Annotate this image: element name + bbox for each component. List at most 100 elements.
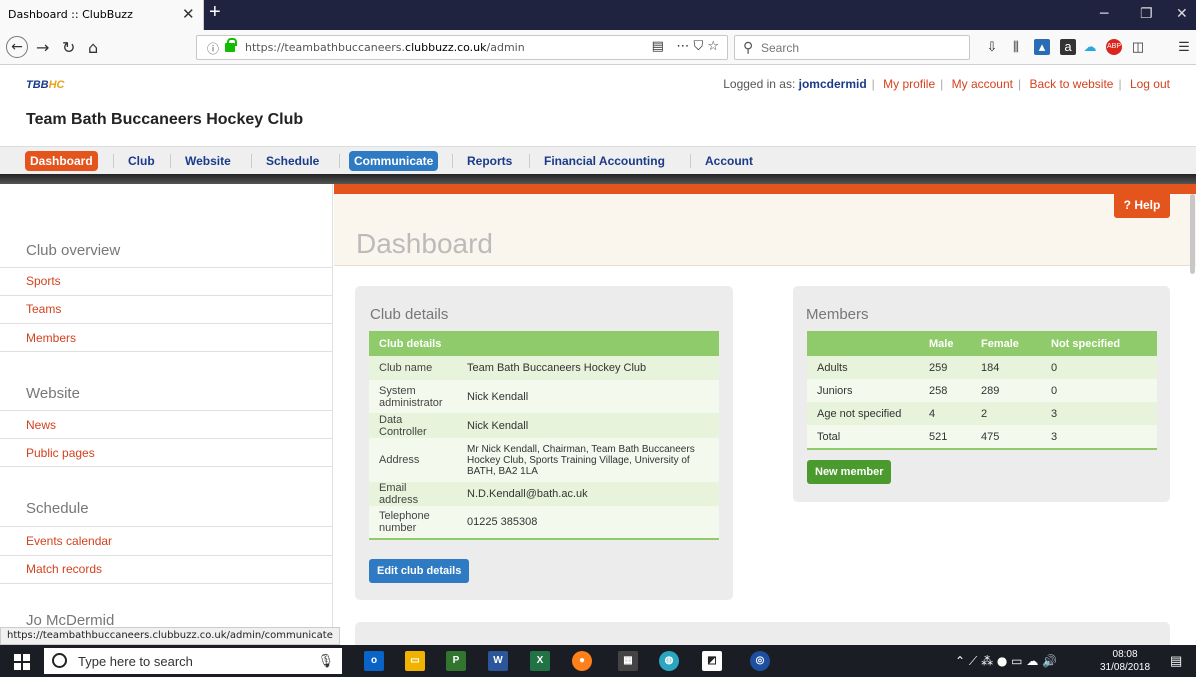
browser-tab-strip: Dashboard :: ClubBuzz ✕ + ─ ❐ ✕ [0,0,1196,30]
browser-tab[interactable]: Dashboard :: ClubBuzz ✕ [0,0,204,30]
app-note-icon[interactable]: ◩ [702,651,722,671]
home-icon[interactable]: ⌂ [88,38,98,57]
app-circle-icon[interactable]: ◎ [750,651,770,671]
info-icon[interactable]: ⓘ [207,40,219,57]
excel-icon[interactable]: X [530,651,550,671]
sidebar-item-teams[interactable]: Teams [26,302,61,316]
system-tray-icons[interactable]: ⌃ ⟋ ⁂ ● ▭ ☁ 🔊 [955,654,1057,669]
adblock-icon[interactable]: ABP [1106,39,1122,55]
menu-account[interactable]: Account [700,151,758,171]
logged-in-label: Logged in as: [723,77,796,91]
url-text: https://teambathbuccaneers.clubbuzz.co.u… [245,41,525,54]
user-links: Logged in as: jomcdermid | My profile | My… [723,77,1170,91]
project-icon[interactable]: P [446,651,466,671]
back-icon[interactable]: ← [6,36,28,58]
search-icon: ⚲ [743,39,754,55]
scrollbar-thumb[interactable] [1190,194,1195,274]
username[interactable]: jomcdermid [799,77,867,91]
table-row: Data Controller Nick Kendall [369,413,719,438]
windows-start-icon[interactable] [14,654,30,670]
menu-club[interactable]: Club [123,151,160,171]
sidebar-item-news[interactable]: News [26,418,56,432]
extension-badge-icon[interactable]: a [1060,39,1076,55]
reload-icon[interactable]: ↻ [62,38,75,57]
new-tab-icon[interactable]: + [209,1,221,24]
table-row: Adults 259 184 0 [807,356,1157,379]
file-explorer-icon[interactable]: ▭ [405,651,425,671]
sidebar-toggle-icon[interactable]: ◫ [1130,39,1146,55]
word-icon[interactable]: W [488,651,508,671]
library-icon[interactable]: ⫼ [1008,39,1024,55]
menu-divider-bar [0,174,1196,184]
club-logo[interactable]: TBBHC [26,79,65,91]
windows-taskbar: Type here to search 🎙 o ▭ P W X ● ▦ ◍ ◩ … [0,645,1196,677]
menu-communicate[interactable]: Communicate [349,151,439,171]
minimize-icon[interactable]: ─ [1100,6,1108,22]
sidebar-heading-club-overview: Club overview [26,242,121,259]
downloads-icon[interactable]: ⇩ [984,39,1000,55]
club-details-table: Club details Club name Team Bath Buccanee… [369,331,719,540]
menu-dashboard[interactable]: Dashboard [25,151,98,171]
my-profile-link[interactable]: My profile [883,77,935,91]
log-out-link[interactable]: Log out [1130,77,1170,91]
table-row: Email address N.D.Kendall@bath.ac.uk [369,482,719,506]
page-actions-icons[interactable]: ▤ ⋯ ⛉ ☆ [652,39,719,54]
club-details-table-header: Club details [379,337,442,350]
club-details-title: Club details [370,306,449,323]
menu-icon[interactable]: ☰ [1176,39,1192,55]
members-title: Members [806,306,869,323]
menu-schedule[interactable]: Schedule [261,151,324,171]
help-button[interactable]: ? Help [1114,193,1170,218]
sidebar-item-public-pages[interactable]: Public pages [26,446,95,460]
content-top-bar [334,184,1196,194]
my-account-link[interactable]: My account [952,77,1013,91]
browser-search-box[interactable]: ⚲ Search [734,35,970,60]
table-row: Address Mr Nick Kendall, Chairman, Team B… [369,438,719,482]
taskbar-search[interactable]: Type here to search 🎙 [44,648,342,674]
firefox-icon[interactable]: ● [572,651,592,671]
sidebar-heading-schedule: Schedule [26,500,89,517]
cortana-icon [52,653,67,668]
taskbar-search-placeholder: Type here to search [78,654,193,669]
outlook-icon[interactable]: o [364,651,384,671]
forward-icon[interactable]: → [36,38,49,57]
menu-financial-accounting[interactable]: Financial Accounting [539,151,670,171]
sidebar-item-sports[interactable]: Sports [26,274,61,288]
status-url: https://teambathbuccaneers.clubbuzz.co.u… [0,627,340,645]
table-row: Total 521 475 3 [807,425,1157,449]
browser-nav-bar: ← → ↻ ⌂ ⓘ https://teambathbuccaneers.clu… [0,30,1196,65]
restore-icon[interactable]: ❐ [1140,6,1153,22]
tab-title: Dashboard :: ClubBuzz [8,8,133,21]
club-name-heading: Team Bath Buccaneers Hockey Club [26,111,304,128]
lower-panel [355,622,1170,645]
members-table: Male Female Not specified Adults 259 184 0 … [807,331,1157,450]
sidebar-heading-website: Website [26,385,80,402]
sidebar-item-match-records[interactable]: Match records [26,562,102,576]
cloud-icon[interactable]: ☁ [1082,39,1098,55]
sidebar-item-members[interactable]: Members [26,331,76,345]
page-title: Dashboard [356,228,493,259]
calculator-icon[interactable]: ▦ [618,651,638,671]
menu-website[interactable]: Website [180,151,236,171]
table-row: Club name Team Bath Buccaneers Hockey Clu… [369,356,719,380]
new-member-button[interactable]: New member [807,460,892,484]
table-row: Telephone number 01225 385308 [369,506,719,539]
notifications-icon[interactable]: ▤ [1170,653,1182,669]
table-row: Juniors 258 289 0 [807,379,1157,402]
microphone-icon[interactable]: 🎙 [317,653,334,669]
search-placeholder: Search [761,41,800,55]
menu-reports[interactable]: Reports [462,151,517,171]
main-menu: Dashboard Club Website Schedule Communic… [0,146,1196,174]
table-row: Age not specified 4 2 3 [807,402,1157,425]
table-row: System administrator Nick Kendall [369,380,719,413]
sidebar-item-events-calendar[interactable]: Events calendar [26,534,112,548]
taskbar-clock[interactable]: 08:08 31/08/2018 [1100,648,1150,674]
extension-photo-icon[interactable]: ▴ [1034,39,1050,55]
lock-icon [225,38,237,52]
tab-close-icon[interactable]: ✕ [182,5,195,23]
url-bar[interactable]: ⓘ https://teambathbuccaneers.clubbuzz.co… [196,35,728,60]
close-window-icon[interactable]: ✕ [1176,6,1188,22]
app-globe-icon[interactable]: ◍ [659,651,679,671]
edit-club-details-button[interactable]: Edit club details [369,559,470,583]
back-to-website-link[interactable]: Back to website [1029,77,1113,91]
